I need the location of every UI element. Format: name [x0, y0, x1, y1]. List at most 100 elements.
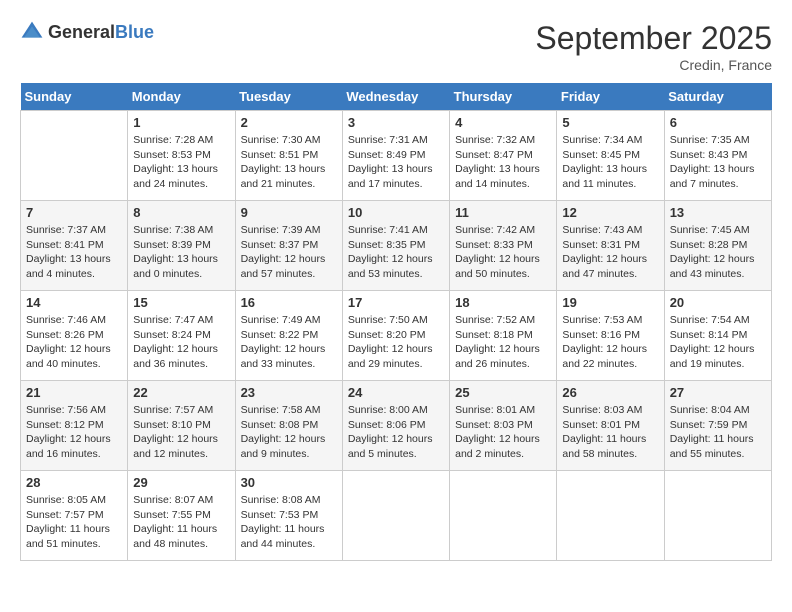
calendar-cell: 17 Sunrise: 7:50 AMSunset: 8:20 PMDayligh…: [342, 291, 449, 381]
calendar-cell: 25Sunrise: 8:01 AMSunset: 8:03 PMDayligh…: [450, 381, 557, 471]
calendar-cell: 6 Sunrise: 7:35 AMSunset: 8:43 PMDaylight…: [664, 111, 771, 201]
calendar-cell: 5 Sunrise: 7:34 AMSunset: 8:45 PMDaylight…: [557, 111, 664, 201]
day-info: Sunrise: 7:47 AMSunset: 8:24 PMDaylight:…: [133, 313, 229, 372]
day-info: Sunrise: 8:01 AMSunset: 8:03 PMDaylight:…: [455, 403, 551, 462]
day-info: Sunrise: 7:38 AMSunset: 8:39 PMDaylight:…: [133, 223, 229, 282]
day-info: Sunrise: 7:53 AMSunset: 8:16 PMDaylight:…: [562, 313, 658, 372]
day-info: Sunrise: 7:37 AMSunset: 8:41 PMDaylight:…: [26, 223, 122, 282]
day-number: 24: [348, 385, 444, 400]
day-number: 30: [241, 475, 337, 490]
day-number: 19: [562, 295, 658, 310]
day-number: 3: [348, 115, 444, 130]
day-info: Sunrise: 7:32 AMSunset: 8:47 PMDaylight:…: [455, 133, 551, 192]
calendar-cell: 3 Sunrise: 7:31 AMSunset: 8:49 PMDaylight…: [342, 111, 449, 201]
calendar-cell: 20 Sunrise: 7:54 AMSunset: 8:14 PMDayligh…: [664, 291, 771, 381]
day-info: Sunrise: 7:52 AMSunset: 8:18 PMDaylight:…: [455, 313, 551, 372]
day-info: Sunrise: 7:39 AMSunset: 8:37 PMDaylight:…: [241, 223, 337, 282]
calendar-cell: 1Sunrise: 7:28 AMSunset: 8:53 PMDaylight…: [128, 111, 235, 201]
calendar-week-row: 21 Sunrise: 7:56 AMSunset: 8:12 PMDayligh…: [21, 381, 772, 471]
calendar-cell: 8 Sunrise: 7:38 AMSunset: 8:39 PMDaylight…: [128, 201, 235, 291]
day-of-week-header: Saturday: [664, 83, 771, 111]
calendar-cell: 14 Sunrise: 7:46 AMSunset: 8:26 PMDayligh…: [21, 291, 128, 381]
day-number: 2: [241, 115, 337, 130]
calendar-cell: 2 Sunrise: 7:30 AMSunset: 8:51 PMDaylight…: [235, 111, 342, 201]
title-block: September 2025 Credin, France: [535, 20, 772, 73]
day-number: 27: [670, 385, 766, 400]
location-subtitle: Credin, France: [535, 57, 772, 73]
day-number: 8: [133, 205, 229, 220]
day-info: Sunrise: 7:50 AMSunset: 8:20 PMDaylight:…: [348, 313, 444, 372]
calendar-cell: 21 Sunrise: 7:56 AMSunset: 8:12 PMDayligh…: [21, 381, 128, 471]
day-number: 16: [241, 295, 337, 310]
day-info: Sunrise: 7:49 AMSunset: 8:22 PMDaylight:…: [241, 313, 337, 372]
logo-icon: [20, 20, 44, 44]
day-info: Sunrise: 7:45 AMSunset: 8:28 PMDaylight:…: [670, 223, 766, 282]
day-number: 17: [348, 295, 444, 310]
calendar-cell: 16 Sunrise: 7:49 AMSunset: 8:22 PMDayligh…: [235, 291, 342, 381]
day-number: 13: [670, 205, 766, 220]
day-info: Sunrise: 7:34 AMSunset: 8:45 PMDaylight:…: [562, 133, 658, 192]
day-number: 9: [241, 205, 337, 220]
day-number: 4: [455, 115, 551, 130]
day-number: 14: [26, 295, 122, 310]
day-info: Sunrise: 7:58 AMSunset: 8:08 PMDaylight:…: [241, 403, 337, 462]
day-number: 1: [133, 115, 229, 130]
calendar-cell: [664, 471, 771, 561]
day-number: 28: [26, 475, 122, 490]
calendar-cell: 15Sunrise: 7:47 AMSunset: 8:24 PMDayligh…: [128, 291, 235, 381]
day-info: Sunrise: 7:54 AMSunset: 8:14 PMDaylight:…: [670, 313, 766, 372]
day-number: 12: [562, 205, 658, 220]
logo-text-general: General: [48, 23, 115, 41]
day-info: Sunrise: 7:56 AMSunset: 8:12 PMDaylight:…: [26, 403, 122, 462]
day-info: Sunrise: 7:31 AMSunset: 8:49 PMDaylight:…: [348, 133, 444, 192]
day-of-week-header: Sunday: [21, 83, 128, 111]
calendar-cell: 11Sunrise: 7:42 AMSunset: 8:33 PMDayligh…: [450, 201, 557, 291]
calendar-cell: 7 Sunrise: 7:37 AMSunset: 8:41 PMDaylight…: [21, 201, 128, 291]
day-number: 6: [670, 115, 766, 130]
day-number: 10: [348, 205, 444, 220]
month-title: September 2025: [535, 20, 772, 57]
day-of-week-header: Monday: [128, 83, 235, 111]
day-number: 20: [670, 295, 766, 310]
calendar-cell: 4 Sunrise: 7:32 AMSunset: 8:47 PMDaylight…: [450, 111, 557, 201]
day-info: Sunrise: 8:07 AMSunset: 7:55 PMDaylight:…: [133, 493, 229, 552]
day-info: Sunrise: 7:41 AMSunset: 8:35 PMDaylight:…: [348, 223, 444, 282]
calendar-cell: 29Sunrise: 8:07 AMSunset: 7:55 PMDayligh…: [128, 471, 235, 561]
day-info: Sunrise: 8:04 AMSunset: 7:59 PMDaylight:…: [670, 403, 766, 462]
day-info: Sunrise: 7:57 AMSunset: 8:10 PMDaylight:…: [133, 403, 229, 462]
calendar-cell: 19 Sunrise: 7:53 AMSunset: 8:16 PMDayligh…: [557, 291, 664, 381]
day-info: Sunrise: 7:46 AMSunset: 8:26 PMDaylight:…: [26, 313, 122, 372]
day-number: 22: [133, 385, 229, 400]
calendar-week-row: 7 Sunrise: 7:37 AMSunset: 8:41 PMDaylight…: [21, 201, 772, 291]
day-number: 18: [455, 295, 551, 310]
day-info: Sunrise: 8:05 AMSunset: 7:57 PMDaylight:…: [26, 493, 122, 552]
day-of-week-header: Friday: [557, 83, 664, 111]
day-of-week-header: Tuesday: [235, 83, 342, 111]
day-number: 5: [562, 115, 658, 130]
calendar-cell: 28 Sunrise: 8:05 AMSunset: 7:57 PMDayligh…: [21, 471, 128, 561]
calendar-cell: 13 Sunrise: 7:45 AMSunset: 8:28 PMDayligh…: [664, 201, 771, 291]
day-info: Sunrise: 7:35 AMSunset: 8:43 PMDaylight:…: [670, 133, 766, 192]
day-number: 7: [26, 205, 122, 220]
day-of-week-header: Thursday: [450, 83, 557, 111]
calendar-cell: [557, 471, 664, 561]
calendar-cell: 9 Sunrise: 7:39 AMSunset: 8:37 PMDaylight…: [235, 201, 342, 291]
calendar-cell: 23 Sunrise: 7:58 AMSunset: 8:08 PMDayligh…: [235, 381, 342, 471]
day-number: 11: [455, 205, 551, 220]
day-info: Sunrise: 8:08 AMSunset: 7:53 PMDaylight:…: [241, 493, 337, 552]
calendar-table: SundayMondayTuesdayWednesdayThursdayFrid…: [20, 83, 772, 561]
page-header: GeneralBlue September 2025 Credin, Franc…: [20, 20, 772, 73]
calendar-week-row: 14 Sunrise: 7:46 AMSunset: 8:26 PMDayligh…: [21, 291, 772, 381]
day-info: Sunrise: 7:30 AMSunset: 8:51 PMDaylight:…: [241, 133, 337, 192]
day-number: 26: [562, 385, 658, 400]
day-info: Sunrise: 8:03 AMSunset: 8:01 PMDaylight:…: [562, 403, 658, 462]
calendar-cell: [450, 471, 557, 561]
calendar-cell: 24 Sunrise: 8:00 AMSunset: 8:06 PMDayligh…: [342, 381, 449, 471]
header-row: SundayMondayTuesdayWednesdayThursdayFrid…: [21, 83, 772, 111]
day-number: 21: [26, 385, 122, 400]
calendar-week-row: 1Sunrise: 7:28 AMSunset: 8:53 PMDaylight…: [21, 111, 772, 201]
calendar-cell: 27 Sunrise: 8:04 AMSunset: 7:59 PMDayligh…: [664, 381, 771, 471]
calendar-cell: 26 Sunrise: 8:03 AMSunset: 8:01 PMDayligh…: [557, 381, 664, 471]
day-info: Sunrise: 8:00 AMSunset: 8:06 PMDaylight:…: [348, 403, 444, 462]
day-number: 23: [241, 385, 337, 400]
